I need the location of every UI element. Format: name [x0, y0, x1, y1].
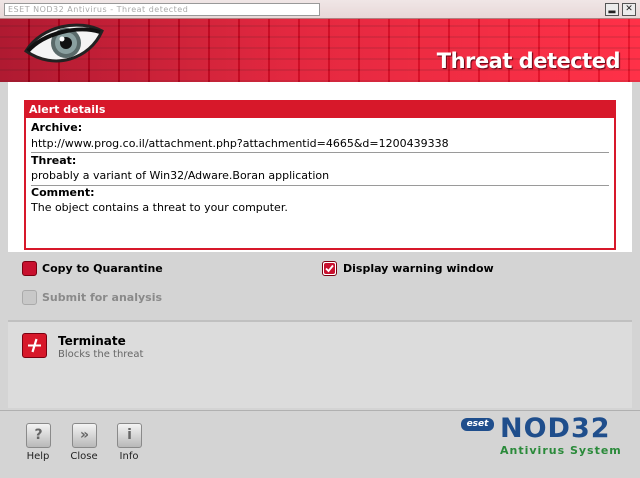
divider: [31, 152, 609, 153]
comment-row: Comment: The object contains a threat to…: [31, 186, 609, 215]
copy-to-quarantine-checkbox[interactable]: [22, 261, 37, 276]
terminate-label[interactable]: Terminate: [58, 334, 126, 348]
archive-row: Archive: http://www.prog.co.il/attachmen…: [31, 121, 609, 151]
product-tagline: Antivirus System: [500, 444, 622, 457]
header-banner: Threat detected: [0, 19, 640, 82]
page-title: Threat detected: [436, 49, 621, 73]
alert-details-panel: Alert details Archive: http://www.prog.c…: [24, 100, 616, 250]
checkmark-icon: [325, 264, 334, 273]
help-button[interactable]: ?: [26, 423, 51, 448]
eye-icon: [24, 23, 104, 63]
info-button[interactable]: i: [117, 423, 142, 448]
display-warning-label[interactable]: Display warning window: [343, 262, 494, 275]
eset-logo: eset: [461, 418, 494, 431]
comment-label: Comment:: [31, 186, 95, 199]
terminate-description: Blocks the threat: [58, 349, 144, 360]
submit-for-analysis-label: Submit for analysis: [42, 291, 163, 304]
close-label[interactable]: Close: [64, 451, 104, 462]
product-name: NOD32: [500, 413, 611, 444]
close-window-button[interactable]: ✕: [622, 3, 636, 16]
help-label[interactable]: Help: [18, 451, 58, 462]
comment-value: The object contains a threat to your com…: [31, 201, 288, 214]
alert-heading: Alert details: [26, 102, 614, 118]
close-button[interactable]: »: [72, 423, 97, 448]
threat-row: Threat: probably a variant of Win32/Adwa…: [31, 154, 609, 183]
minimize-button[interactable]: ▂: [605, 3, 619, 16]
threat-label: Threat:: [31, 154, 77, 167]
archive-value: http://www.prog.co.il/attachment.php?att…: [31, 137, 449, 150]
display-warning-checkbox[interactable]: [322, 261, 337, 276]
archive-label: Archive:: [31, 121, 83, 134]
terminate-icon[interactable]: [22, 333, 47, 358]
threat-value: probably a variant of Win32/Adware.Boran…: [31, 169, 330, 182]
title-bar: ESET NOD32 Antivirus - Threat detected ▂…: [0, 0, 640, 19]
info-label[interactable]: Info: [109, 451, 149, 462]
window-title: ESET NOD32 Antivirus - Threat detected: [4, 3, 320, 16]
copy-to-quarantine-label[interactable]: Copy to Quarantine: [42, 262, 163, 275]
submit-for-analysis-checkbox: [22, 290, 37, 305]
